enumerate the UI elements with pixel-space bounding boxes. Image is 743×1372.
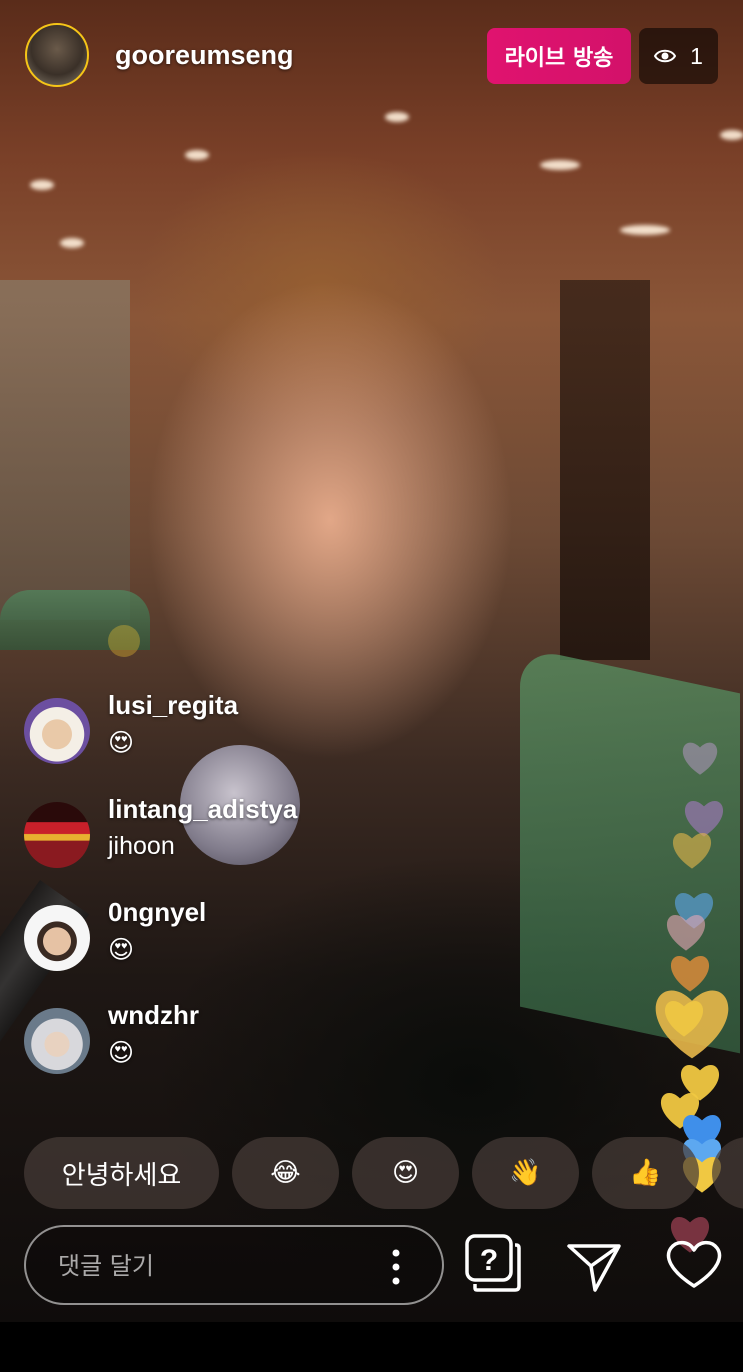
quick-reaction-thumbs-up[interactable]: 👍 — [592, 1137, 699, 1209]
more-vertical-icon[interactable] — [389, 1247, 403, 1287]
comment-avatar[interactable] — [24, 1008, 90, 1074]
comment-input[interactable] — [56, 1245, 380, 1287]
comment-input-container — [24, 1225, 444, 1305]
faded-emoji — [108, 625, 140, 657]
heart-icon — [666, 914, 706, 951]
ceiling-light — [385, 112, 409, 122]
quick-reaction-heart-eyes[interactable]: 😍 — [352, 1137, 459, 1209]
comment-avatar[interactable] — [24, 802, 90, 868]
comment-item: lusi_regita 😍 — [24, 690, 444, 780]
live-header: gooreumseng 라이브 방송 1 — [0, 0, 743, 110]
system-nav-bar — [0, 1322, 743, 1372]
comment-username[interactable]: lintang_adistya — [108, 794, 297, 825]
quick-reaction-hello[interactable]: 안녕하세요 — [24, 1137, 219, 1209]
comment-text: 😍 — [108, 729, 135, 757]
background-door — [560, 280, 650, 660]
heart-icon — [682, 742, 718, 775]
host-username[interactable]: gooreumseng — [115, 40, 294, 71]
comment-username[interactable]: lusi_regita — [108, 690, 238, 721]
quick-reaction-wave[interactable]: 👋 — [472, 1137, 579, 1209]
comment-avatar[interactable] — [24, 905, 90, 971]
ceiling-light — [620, 225, 670, 235]
viewer-count-badge[interactable]: 1 — [639, 28, 718, 84]
live-badge: 라이브 방송 — [487, 28, 631, 84]
comment-text: 😍 — [108, 1039, 135, 1067]
background-wall — [0, 280, 130, 620]
heart-icon — [672, 832, 712, 869]
quick-reactions-bar: 안녕하세요 😂 😍 👋 👍 — [24, 1137, 743, 1209]
ceiling-light — [30, 180, 54, 190]
eye-icon — [654, 49, 677, 63]
comment-avatar[interactable] — [24, 698, 90, 764]
host-avatar[interactable] — [25, 23, 89, 87]
comment-text: jihoon — [108, 832, 175, 860]
ceiling-light — [720, 130, 743, 140]
quick-reaction-partial[interactable] — [712, 1137, 743, 1209]
quick-reaction-laugh[interactable]: 😂 — [232, 1137, 339, 1209]
comment-username[interactable]: 0ngnyel — [108, 897, 206, 928]
comment-item: lintang_adistya jihoon — [24, 794, 444, 884]
heart-icon — [664, 1000, 704, 1037]
question-sticker-icon[interactable]: ? — [462, 1232, 524, 1294]
svg-text:?: ? — [480, 1244, 498, 1277]
paper-plane-icon[interactable] — [563, 1232, 625, 1294]
ceiling-light — [540, 160, 580, 170]
comment-item: 0ngnyel 😍 — [24, 897, 444, 987]
comment-text: 😍 — [108, 936, 135, 964]
comment-item: wndzhr 😍 — [24, 1000, 444, 1090]
ceiling-light — [185, 150, 209, 160]
viewer-count: 1 — [690, 42, 703, 69]
heart-outline-icon[interactable] — [663, 1232, 725, 1294]
ceiling-light — [60, 238, 84, 248]
comment-username[interactable]: wndzhr — [108, 1000, 199, 1031]
